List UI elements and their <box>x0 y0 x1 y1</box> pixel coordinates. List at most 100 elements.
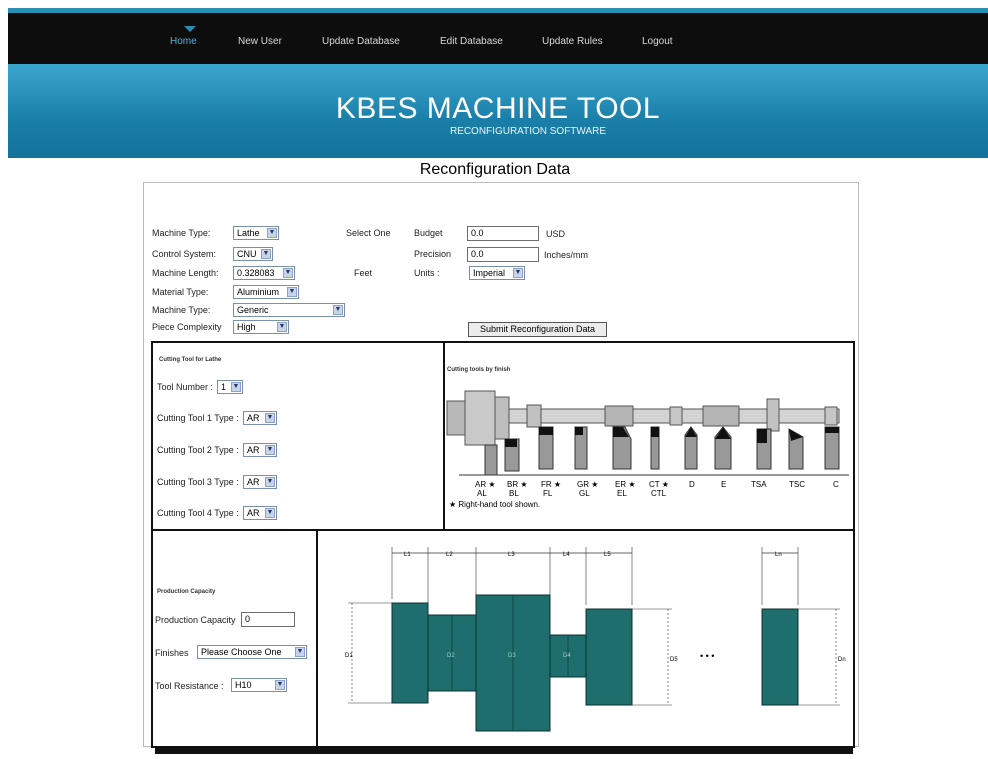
tool-label-e: E <box>721 480 726 489</box>
budget-input[interactable]: 0.0 <box>467 226 539 241</box>
page-title: Reconfiguration Data <box>400 161 590 179</box>
app-title: KBES MACHINE TOOL <box>335 92 661 125</box>
precision-input[interactable]: 0.0 <box>467 247 539 262</box>
workpiece-collar <box>669 406 683 426</box>
tool-resistance-select[interactable]: H10 ▼ <box>231 678 287 692</box>
budget-unit: USD <box>546 229 566 239</box>
nav-update-database[interactable]: Update Database <box>322 36 400 47</box>
shaft-dimension-panel: L1 L2 L3 L4 L5 Ln D1 D2 D3 D4 D5 Dn • • … <box>316 529 855 748</box>
shaft-section-n <box>761 608 799 706</box>
cutting-tool-3-select[interactable]: AR ▼ <box>243 475 277 489</box>
machine-type-select[interactable]: Lathe ▼ <box>233 226 279 240</box>
continuation-ellipsis: • • • <box>700 651 714 661</box>
tool-number-select[interactable]: 1 ▼ <box>217 380 243 394</box>
tool-c-tip <box>825 427 839 433</box>
material-type-select[interactable]: Aluminium ▼ <box>233 285 299 299</box>
piece-complexity-label: Piece Complexity <box>152 322 222 332</box>
cutting-tool-1-select[interactable]: AR ▼ <box>243 411 277 425</box>
production-capacity-title: Production Capacity <box>157 589 216 595</box>
machine-length-label: Machine Length: <box>152 268 219 278</box>
chevron-down-icon: ▼ <box>261 249 271 259</box>
diameter-label-d5: D5 <box>670 657 678 663</box>
tool-label-er: ER ★ <box>615 480 636 489</box>
tool-label-ct: CT ★ <box>649 480 669 489</box>
tool-label-c: C <box>833 480 839 489</box>
control-system-select[interactable]: CNU ▼ <box>233 247 273 261</box>
cutting-tool-4-select[interactable]: AR ▼ <box>243 506 277 520</box>
length-label-l3: L3 <box>508 552 515 558</box>
tool-label-br: BR ★ <box>507 480 528 489</box>
length-label-l5: L5 <box>604 552 611 558</box>
tool-label-ctl: CTL <box>651 489 667 498</box>
top-nav-bar: Home New User Update Database Edit Datab… <box>8 8 988 64</box>
thread-section-2 <box>702 405 740 427</box>
finishes-label: Finishes <box>155 648 189 658</box>
diameter-label-d4: D4 <box>563 653 571 659</box>
length-label-l2: L2 <box>446 552 453 558</box>
chevron-down-icon: ▼ <box>275 680 285 690</box>
thread-section-1 <box>604 405 634 427</box>
workpiece-step-3 <box>766 398 780 432</box>
cutting-tool-title: Cutting Tool for Lathe <box>159 357 222 363</box>
tool-gr-tip <box>575 427 583 435</box>
production-capacity-panel: Production Capacity Production Capacity … <box>151 529 318 748</box>
tool-label-al: AL <box>477 489 487 498</box>
control-system-label: Control System: <box>152 249 217 259</box>
chevron-down-icon: ▼ <box>287 287 297 297</box>
production-capacity-label: Production Capacity <box>155 615 236 625</box>
tool-label-d: D <box>689 480 695 489</box>
nav-home[interactable]: Home <box>170 36 197 47</box>
machine-type-secondary-select[interactable]: Generic ▼ <box>233 303 345 317</box>
tool-label-fl: FL <box>543 489 553 498</box>
precision-label: Precision <box>414 249 452 259</box>
piece-complexity-select[interactable]: High ▼ <box>233 320 289 334</box>
tool-number-label: Tool Number : <box>157 382 214 392</box>
shaft-dimension-diagram: L1 L2 L3 L4 L5 Ln D1 D2 D3 D4 D5 Dn • • … <box>345 547 846 732</box>
diameter-label-d3: D3 <box>508 653 516 659</box>
submit-reconfiguration-button[interactable]: Submit Reconfiguration Data <box>468 322 607 337</box>
workpiece-chuck <box>446 400 468 436</box>
chevron-down-icon: ▼ <box>277 322 287 332</box>
app-subtitle: RECONFIGURATION SOFTWARE <box>449 126 607 137</box>
tool-tsa-tip <box>757 429 767 443</box>
chevron-down-icon: ▼ <box>513 268 523 278</box>
production-capacity-input[interactable]: 0 <box>241 612 295 627</box>
diameter-label-d2: D2 <box>447 653 455 659</box>
chevron-down-icon: ▼ <box>265 477 275 487</box>
cutting-tool-panel: Cutting Tool for Lathe Tool Number : 1 ▼ … <box>151 341 445 531</box>
length-label-l4: L4 <box>563 552 570 558</box>
chevron-down-icon: ▼ <box>295 647 305 657</box>
units-select[interactable]: Imperial ▼ <box>469 266 525 280</box>
shaft-section-1 <box>391 602 429 704</box>
tool-c-icon <box>824 426 840 470</box>
machine-length-select[interactable]: 0.328083 ▼ <box>233 266 295 280</box>
tool-ct-tip <box>651 427 659 437</box>
precision-unit: Inches/mm <box>544 250 589 260</box>
chevron-down-icon: ▼ <box>265 508 275 518</box>
tool-label-el: EL <box>617 489 627 498</box>
workpiece-step-1 <box>494 396 510 440</box>
chevron-down-icon: ▼ <box>231 382 241 392</box>
machine-type-secondary-label: Machine Type: <box>152 305 211 315</box>
chevron-down-icon: ▼ <box>265 445 275 455</box>
tool-br-tip <box>505 439 517 447</box>
tool-label-gl: GL <box>579 489 590 498</box>
units-label: Units : <box>414 268 440 278</box>
nav-update-rules[interactable]: Update Rules <box>542 36 603 47</box>
nav-new-user[interactable]: New User <box>238 36 282 47</box>
cutting-tool-1-label: Cutting Tool 1 Type : <box>157 413 239 423</box>
tool-label-bl: BL <box>509 489 519 498</box>
cutting-tools-diagram-panel: Cutting tools by finish AR ★ AL BR ★ BL … <box>443 341 855 531</box>
right-hand-tool-note: ★ Right-hand tool shown. <box>449 500 540 509</box>
chevron-down-icon: ▼ <box>283 268 293 278</box>
diameter-label-dn: Dn <box>838 657 846 663</box>
nav-logout[interactable]: Logout <box>642 36 673 47</box>
header-banner: KBES MACHINE TOOL RECONFIGURATION SOFTWA… <box>8 64 988 158</box>
cutting-tool-2-label: Cutting Tool 2 Type : <box>157 445 239 455</box>
finishes-select[interactable]: Please Choose One ▼ <box>197 645 307 659</box>
cutting-tool-3-label: Cutting Tool 3 Type : <box>157 477 239 487</box>
select-one-label: Select One <box>346 228 391 238</box>
footer-bar <box>155 746 853 754</box>
nav-edit-database[interactable]: Edit Database <box>440 36 503 47</box>
cutting-tool-2-select[interactable]: AR ▼ <box>243 443 277 457</box>
